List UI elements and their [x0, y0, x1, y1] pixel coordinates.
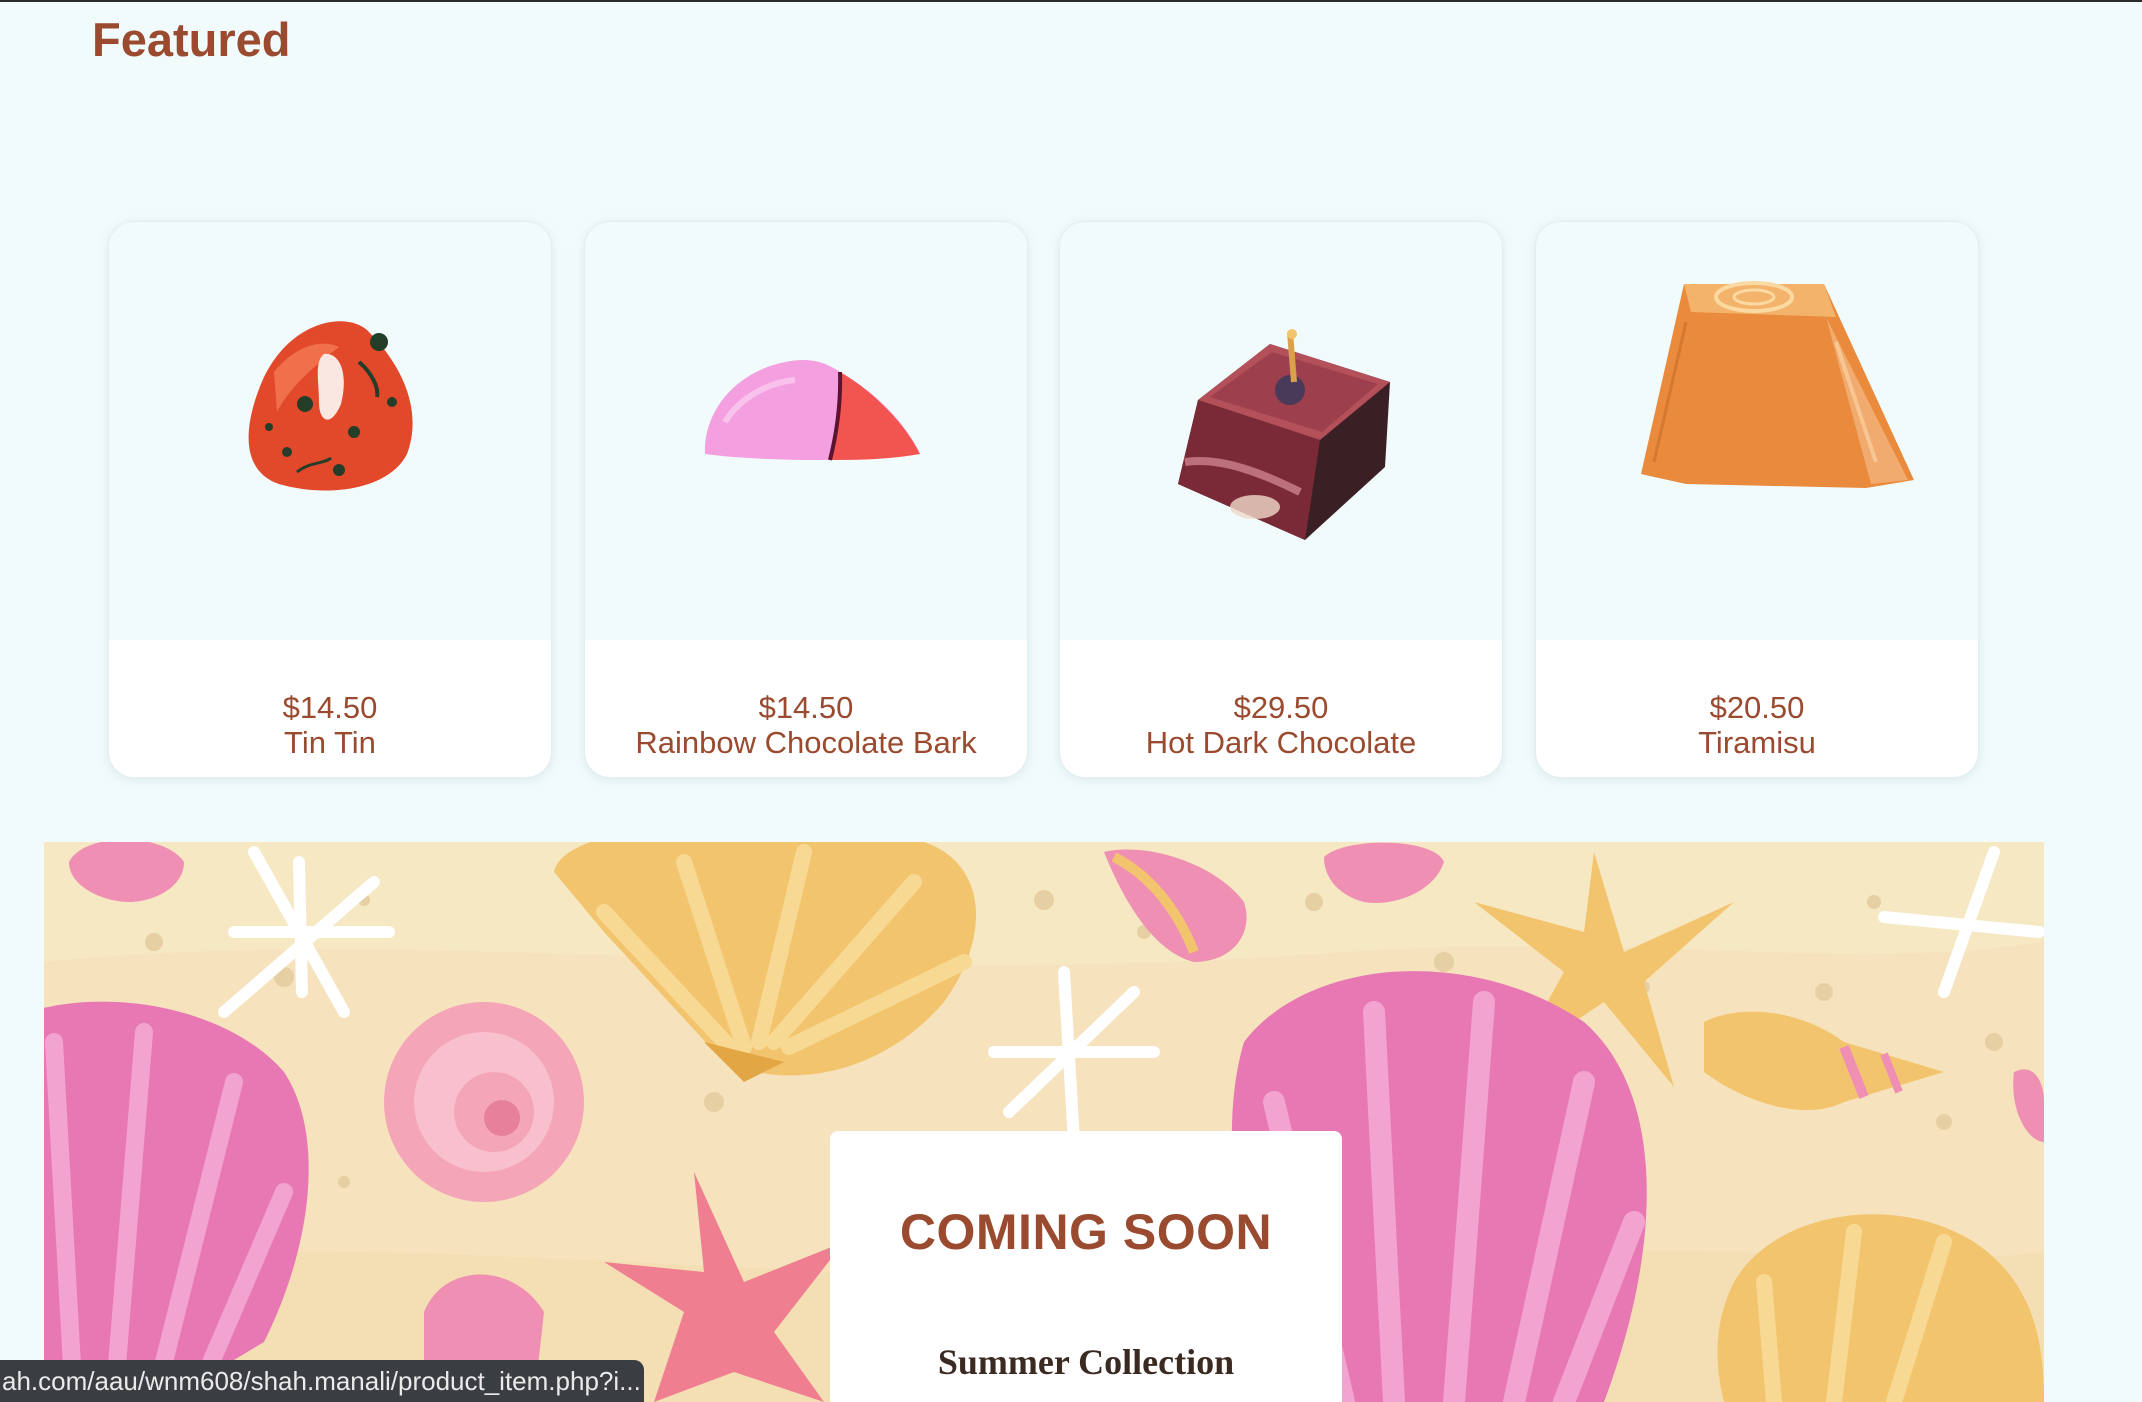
summer-collection-subheading: Summer Collection — [937, 1342, 1235, 1382]
product-name[interactable]: Hot Dark Chocolate — [1060, 725, 1502, 761]
product-name[interactable]: Tin Tin — [109, 725, 551, 761]
product-image[interactable] — [1060, 222, 1502, 640]
product-price: $29.50 — [1233, 690, 1329, 725]
product-price: $20.50 — [1709, 690, 1805, 725]
product-name[interactable]: Rainbow Chocolate Bark — [585, 725, 1027, 761]
browser-status-url: ah.com/aau/wnm608/shah.manali/product_it… — [0, 1360, 644, 1402]
product-card-tiramisu[interactable]: $20.50 Tiramisu — [1535, 221, 1979, 778]
product-card-tin-tin[interactable]: $14.50 Tin Tin — [108, 221, 552, 778]
chocolate-pink-dome-image — [704, 360, 920, 461]
featured-heading: Featured — [92, 13, 291, 66]
product-name[interactable]: Tiramisu — [1536, 725, 1978, 761]
product-info: $14.50 Tin Tin — [109, 640, 551, 777]
coming-soon-card: COMING SOON Summer Collection — [830, 1131, 1342, 1402]
coming-soon-heading: COMING SOON — [899, 1204, 1273, 1260]
product-info: $14.50 Rainbow Chocolate Bark — [585, 640, 1027, 777]
chocolate-red-speckled-image — [248, 321, 413, 491]
product-price: $14.50 — [282, 690, 378, 725]
chocolate-orange-pyramid-image — [1641, 281, 1914, 488]
chocolate-dark-square-image — [1178, 329, 1390, 540]
product-image[interactable] — [109, 222, 551, 640]
product-image[interactable] — [585, 222, 1027, 640]
product-card-hot-dark-chocolate[interactable]: $29.50 Hot Dark Chocolate — [1059, 221, 1503, 778]
product-price: $14.50 — [758, 690, 854, 725]
product-info: $20.50 Tiramisu — [1536, 640, 1978, 777]
product-card-rainbow-chocolate-bark[interactable]: $14.50 Rainbow Chocolate Bark — [584, 221, 1028, 778]
product-info: $29.50 Hot Dark Chocolate — [1060, 640, 1502, 777]
summer-collection-banner[interactable]: COMING SOON Summer Collection — [44, 842, 2044, 1402]
featured-product-grid: $14.50 Tin Tin $14.50 Rainbow Chocolate … — [108, 221, 1979, 778]
top-divider — [0, 0, 2142, 2]
product-image[interactable] — [1536, 222, 1978, 640]
